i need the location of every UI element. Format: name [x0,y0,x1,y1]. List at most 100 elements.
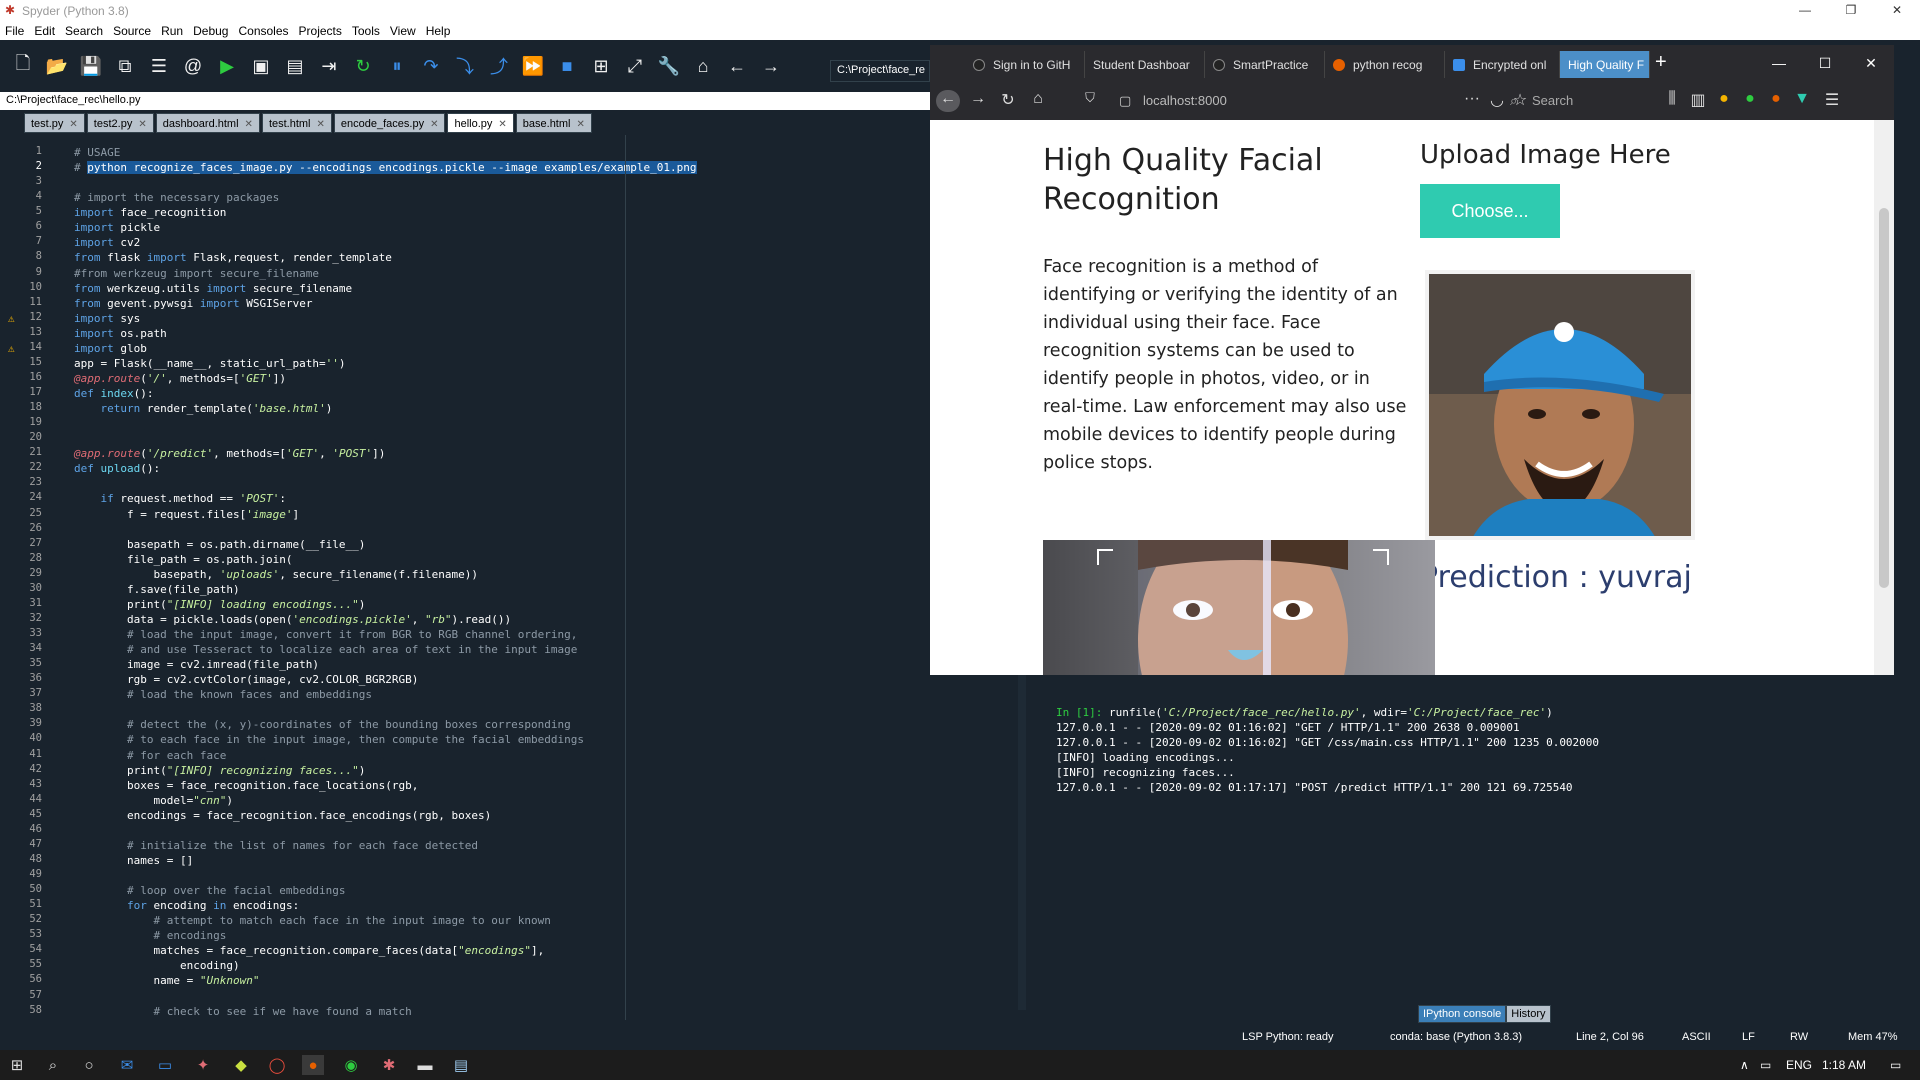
app-icon[interactable]: ✦ [192,1055,214,1075]
menu-tools[interactable]: Tools [347,24,385,38]
home-icon[interactable]: ⌂ [1026,90,1050,112]
close-tab-icon[interactable]: ✕ [138,119,146,130]
save-icon[interactable]: 💾 [77,52,105,80]
url-bar[interactable]: ▢ localhost:8000 [1105,88,1460,114]
close-tab-icon[interactable]: ✕ [245,119,253,130]
new-tab-icon[interactable]: + [1655,51,1667,74]
reload-icon[interactable]: ↻ [996,90,1020,112]
tab-ipython-console[interactable]: IPython console [1418,1005,1507,1023]
browser-minimize-button[interactable]: — [1756,45,1802,82]
code-line[interactable]: # detect the (x, y)-coordinates of the b… [74,717,994,732]
code-line[interactable]: data = pickle.loads(open('encodings.pick… [74,612,994,627]
tab-encode-faces-py[interactable]: encode_faces.py ✕ [333,113,446,133]
tab-test-html[interactable]: test.html ✕ [261,113,332,133]
code-text[interactable]: # USAGE # python recognize_faces_image.py… [74,145,994,1019]
code-line[interactable] [74,823,994,838]
python-path-icon[interactable]: ⌂ [689,52,717,80]
menu-search[interactable]: Search [60,24,108,38]
code-line[interactable]: from gevent.pywsgi import WSGIServer [74,296,994,311]
open-file-icon[interactable]: 📂 [43,52,71,80]
code-line[interactable]: # to each face in the input image, then … [74,732,994,747]
ipython-console[interactable]: In [1]: runfile('C:/Project/face_rec/hel… [1040,675,1920,1020]
rerun-icon[interactable]: ↻ [349,52,377,80]
back-arrow-icon[interactable]: ← [936,90,960,112]
extension-icon[interactable]: ● [1764,90,1788,112]
code-line[interactable]: # encodings [74,928,994,943]
language-indicator[interactable]: ENG [1786,1058,1812,1072]
code-line[interactable]: # USAGE [74,145,994,160]
spyder-taskbar-icon[interactable]: ✱ [378,1055,400,1075]
clock[interactable]: 1:18 AM [1822,1058,1866,1072]
run-icon[interactable]: ▶ [213,52,241,80]
browser-tab-python-recog[interactable]: python recog [1325,51,1445,78]
code-line[interactable]: # initialize the list of names for each … [74,838,994,853]
run-cell-icon[interactable]: ▣ [247,52,275,80]
code-line[interactable]: import cv2 [74,235,994,250]
code-line[interactable] [74,476,994,491]
browser-tab-github[interactable]: Sign in to GitH [965,51,1085,78]
menu-file[interactable]: File [0,24,29,38]
save-all-icon[interactable]: ⧉ [111,52,139,80]
browser-tab-high-quality[interactable]: High Quality F [1560,51,1650,78]
code-line[interactable]: import face_recognition [74,205,994,220]
code-line[interactable]: if request.method == 'POST': [74,491,994,506]
page-scrollbar[interactable] [1874,120,1894,675]
computer-icon[interactable]: ▭ [154,1055,176,1075]
search-bar[interactable]: ⌕ Search [1500,88,1630,114]
code-line[interactable]: boxes = face_recognition.face_locations(… [74,778,994,793]
code-line[interactable]: import os.path [74,326,994,341]
menu-run[interactable]: Run [156,24,188,38]
browser-tab-student-dashboard[interactable]: Student Dashboar [1085,51,1205,78]
close-tab-icon[interactable]: ✕ [69,119,77,130]
code-line[interactable]: # for each face [74,748,994,763]
continue-icon[interactable]: ⏩ [519,52,547,80]
browser-close-button[interactable]: ✕ [1848,45,1894,82]
code-line[interactable]: # load the known faces and embeddings [74,687,994,702]
fullscreen-icon[interactable]: ⤢ [621,52,649,80]
menu-source[interactable]: Source [108,24,156,38]
forward-arrow-icon[interactable]: → [966,90,990,112]
code-line[interactable]: names = [] [74,853,994,868]
notifications-icon[interactable]: ▭ [1890,1058,1901,1072]
code-line[interactable]: name = "Unknown" [74,973,994,988]
code-line[interactable]: # attempt to match each face in the inpu… [74,913,994,928]
grammarly-icon[interactable]: ● [1738,90,1762,112]
run-cell-advance-icon[interactable]: ▤ [281,52,309,80]
code-line[interactable]: @app.route('/predict', methods=['GET', '… [74,446,994,461]
code-line[interactable] [74,416,994,431]
maximize-button[interactable]: ❐ [1828,0,1874,21]
close-tab-icon[interactable]: ✕ [317,119,325,130]
close-tab-icon[interactable]: ✕ [430,119,438,130]
close-tab-icon[interactable]: ✕ [498,119,506,130]
tab-dashboard-html[interactable]: dashboard.html ✕ [155,113,260,133]
step-return-icon[interactable]: ⤴ [485,52,513,80]
code-line[interactable]: model="cnn") [74,793,994,808]
app-icon-2[interactable]: ◆ [230,1055,252,1075]
network-icon[interactable]: ▭ [1760,1058,1771,1072]
page-info-icon[interactable]: ▢ [1119,88,1131,114]
cortana-icon[interactable]: ○ [78,1055,100,1075]
code-line[interactable]: encodings = face_recognition.face_encodi… [74,808,994,823]
step-into-icon[interactable]: ⤵ [451,52,479,80]
shield-icon[interactable]: ⛉ [1078,90,1102,112]
code-line[interactable]: f.save(file_path) [74,582,994,597]
code-line[interactable]: # loop over the facial embeddings [74,883,994,898]
library-icon[interactable]: ⫼ [1660,90,1684,112]
minimize-button[interactable]: — [1782,0,1828,21]
code-line[interactable]: import sys [74,311,994,326]
code-line[interactable]: import glob [74,341,994,356]
code-line[interactable]: # import the necessary packages [74,190,994,205]
code-line[interactable] [74,868,994,883]
code-line[interactable]: app = Flask(__name__, static_url_path=''… [74,356,994,371]
new-file-icon[interactable]: 🗋 [9,52,37,80]
code-line[interactable]: print("[INFO] recognizing faces...") [74,763,994,778]
code-line[interactable] [74,522,994,537]
code-line[interactable]: #from werkzeug import secure_filename [74,266,994,281]
menu-consoles[interactable]: Consoles [233,24,293,38]
code-line[interactable]: for encoding in encodings: [74,898,994,913]
code-line[interactable]: import pickle [74,220,994,235]
run-selection-icon[interactable]: ⇥ [315,52,343,80]
menu-hamburger-icon[interactable]: ☰ [1820,90,1844,112]
code-line[interactable]: @app.route('/', methods=['GET']) [74,371,994,386]
tab-history[interactable]: History [1506,1005,1551,1023]
